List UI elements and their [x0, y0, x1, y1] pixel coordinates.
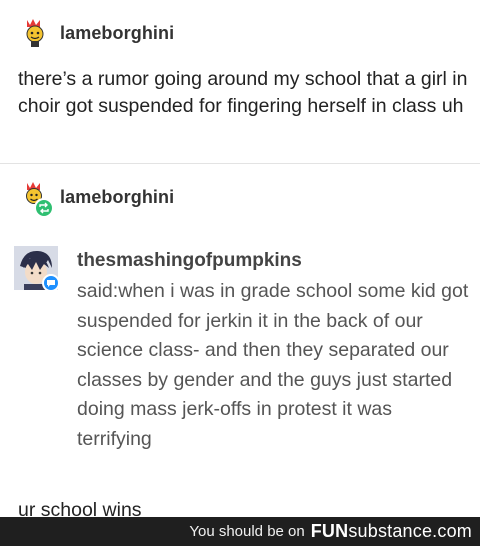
post-username[interactable]: lameborghini	[60, 23, 174, 44]
reblog-avatar[interactable]	[18, 180, 54, 218]
footer-bar: You should be on FUNsubstance.com	[0, 517, 480, 546]
post-header: lameborghini	[18, 16, 174, 50]
brand-rest: substance.com	[348, 521, 472, 541]
ask-icon	[42, 274, 60, 292]
reblog-icon	[34, 198, 54, 218]
avatar[interactable]	[18, 16, 52, 50]
avatar-image	[26, 19, 44, 47]
asker-username[interactable]: thesmashingofpumpkins	[77, 250, 302, 272]
post-text: there’s a rumor going around my school t…	[18, 68, 468, 117]
funsubstance-logo[interactable]: FUNsubstance.com	[311, 521, 472, 542]
reblog-header: lameborghini	[18, 180, 174, 218]
asker-avatar[interactable]	[14, 246, 60, 292]
brand-bold: FUN	[310, 521, 349, 541]
ask-body: said:when i was in grade school some kid…	[77, 280, 469, 450]
reblog-username[interactable]: lameborghini	[60, 187, 174, 208]
footer-prefix: You should be on	[189, 523, 305, 540]
divider	[0, 163, 480, 164]
